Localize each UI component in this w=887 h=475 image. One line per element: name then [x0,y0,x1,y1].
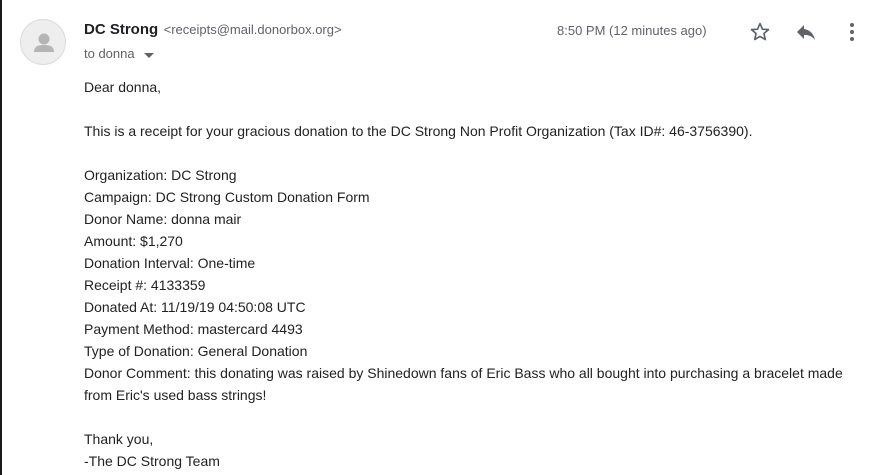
detail-organization: Organization: DC Strong [84,167,237,183]
reply-button[interactable] [793,19,819,45]
detail-payment-method: Payment Method: mastercard 4493 [84,321,303,337]
recipient-label: to donna [84,46,135,61]
sender: DC Strong <receipts@mail.donorbox.org> [84,21,342,39]
detail-donor-name: Donor Name: donna mair [84,211,242,227]
recipient-details-toggle[interactable]: to donna [84,46,155,62]
message-body: Dear donna, This is a receipt for your g… [84,76,874,472]
detail-amount: Amount: $1,270 [84,233,183,249]
sender-email: <receipts@mail.donorbox.org> [163,22,342,37]
detail-receipt-number: Receipt #: 4133359 [84,277,206,293]
receipt-intro: This is a receipt for your gracious dona… [84,123,753,139]
reply-icon [797,25,815,40]
timestamp: 8:50 PM (12 minutes ago) [557,23,707,38]
sender-name[interactable]: DC Strong [84,21,158,38]
window-edge [0,0,2,475]
closing: Thank you, [84,431,154,447]
more-options-button[interactable] [839,19,865,45]
greeting: Dear donna, [84,79,162,95]
detail-donated-at: Donated At: 11/19/19 04:50:08 UTC [84,299,306,315]
detail-campaign: Campaign: DC Strong Custom Donation Form [84,189,370,205]
person-icon [34,33,54,52]
detail-donation-interval: Donation Interval: One-time [84,255,256,271]
star-button[interactable] [747,19,773,45]
star-icon [750,22,770,41]
more-vert-icon [850,23,854,41]
avatar[interactable] [20,19,66,65]
signature: -The DC Strong Team [84,453,220,469]
detail-donor-comment: Donor Comment: this donating was raised … [84,365,843,403]
detail-donation-type: Type of Donation: General Donation [84,343,308,359]
chevron-down-icon[interactable] [144,47,155,62]
